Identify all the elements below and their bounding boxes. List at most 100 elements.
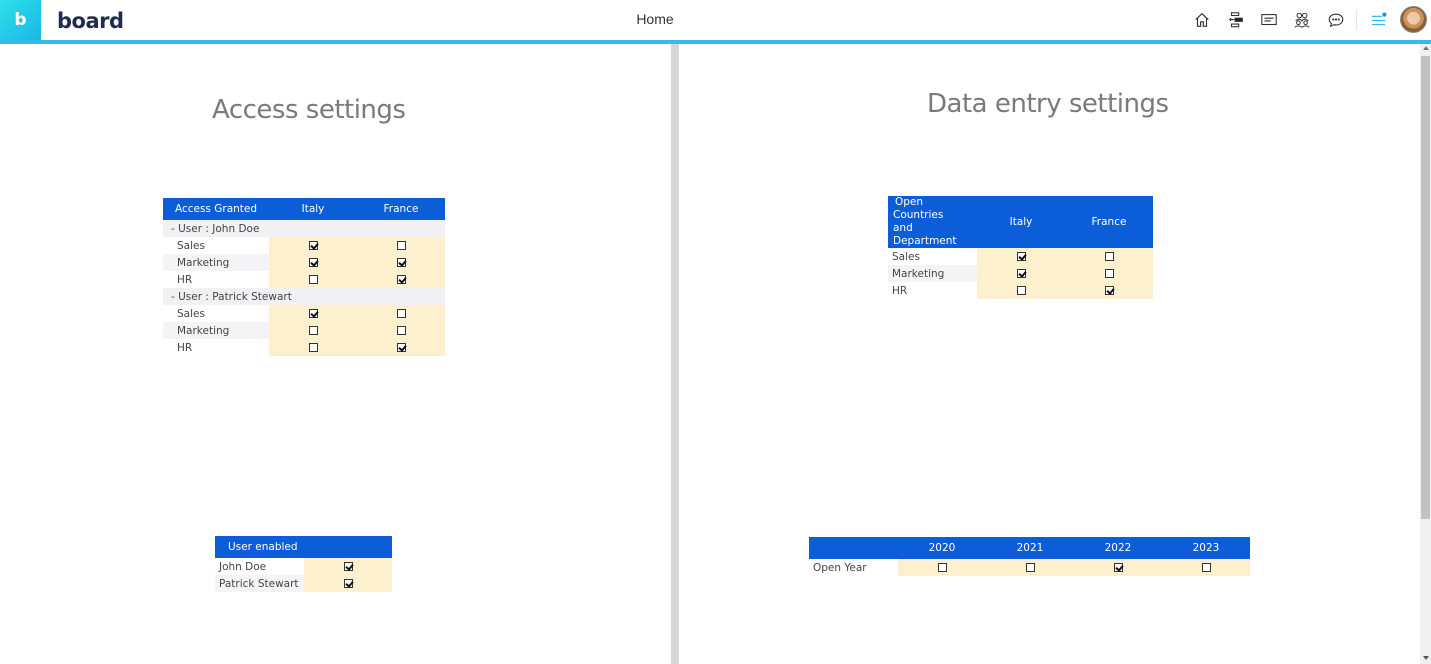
- access-settings-panel: Access settings Access Granted Italy Fra…: [0, 44, 671, 664]
- checkbox-cell: [977, 248, 1065, 265]
- france-checkbox[interactable]: [396, 258, 406, 267]
- message-icon[interactable]: [1259, 10, 1279, 30]
- table-row: John Doe: [215, 558, 392, 575]
- vertical-scrollbar[interactable]: [1420, 44, 1431, 664]
- italy-checkbox[interactable]: [308, 275, 318, 284]
- checkbox-cell: [357, 305, 445, 322]
- column-header: 2021: [986, 537, 1074, 559]
- france-checkbox[interactable]: [396, 241, 406, 250]
- italy-checkbox[interactable]: [308, 326, 318, 335]
- italy-checkbox[interactable]: [308, 309, 318, 318]
- access-granted-table: Access Granted Italy France - User : Joh…: [163, 198, 445, 356]
- italy-checkbox[interactable]: [308, 258, 318, 267]
- checkbox-cell: [357, 237, 445, 254]
- home-icon[interactable]: [1192, 10, 1212, 30]
- checkbox-cell: [269, 254, 357, 271]
- column-header: 2023: [1162, 537, 1250, 559]
- table-row: Sales: [888, 248, 1153, 265]
- year-checkbox[interactable]: [1113, 563, 1123, 572]
- header-line: Open Countries: [893, 196, 944, 221]
- france-checkbox[interactable]: [396, 275, 406, 284]
- table-row: Marketing: [163, 322, 445, 339]
- italy-checkbox[interactable]: [1016, 269, 1026, 278]
- italy-checkbox[interactable]: [1016, 286, 1026, 295]
- group-row[interactable]: - User : John Doe: [163, 220, 445, 237]
- column-header: Access Granted: [163, 198, 269, 220]
- row-label: Marketing: [888, 265, 977, 282]
- page-title: Home: [636, 11, 674, 27]
- column-header: User enabled: [215, 536, 304, 558]
- year-checkbox[interactable]: [937, 563, 947, 572]
- column-header: Italy: [977, 196, 1065, 248]
- row-label: Sales: [177, 307, 205, 320]
- scroll-thumb[interactable]: [1421, 56, 1430, 519]
- panel-divider[interactable]: [671, 44, 679, 664]
- row-label: HR: [177, 273, 193, 286]
- italy-checkbox[interactable]: [1016, 252, 1026, 261]
- checkbox-cell: [1065, 265, 1153, 282]
- row-label: HR: [177, 341, 193, 354]
- people-icon[interactable]: [1292, 10, 1312, 30]
- table-row: Open Year: [809, 559, 1250, 576]
- checkbox-cell: [269, 322, 357, 339]
- scroll-up-arrow-icon[interactable]: [1423, 46, 1429, 50]
- italy-checkbox[interactable]: [308, 343, 318, 352]
- checkbox-cell: [357, 271, 445, 288]
- group-label[interactable]: - User : Patrick Stewart: [163, 288, 445, 305]
- column-header-empty: [304, 536, 392, 558]
- column-header-empty: [809, 537, 898, 559]
- checkbox-cell: [357, 322, 445, 339]
- hierarchy-icon[interactable]: [1226, 10, 1246, 30]
- user-enabled-table: User enabled John Doe Patrick Stewart: [215, 536, 392, 592]
- user-avatar[interactable]: [1400, 6, 1427, 33]
- checkbox-cell: [977, 265, 1065, 282]
- column-header: Open Countries and Department: [888, 196, 977, 248]
- italy-checkbox[interactable]: [308, 241, 318, 250]
- france-checkbox[interactable]: [1104, 269, 1114, 278]
- brand-name: board: [57, 9, 124, 33]
- access-settings-title: Access settings: [212, 95, 406, 125]
- column-header: 2022: [1074, 537, 1162, 559]
- column-header: France: [357, 198, 445, 220]
- menu-notification-icon[interactable]: [1369, 10, 1389, 30]
- chat-icon[interactable]: [1326, 10, 1346, 30]
- checkbox-cell: [304, 558, 392, 575]
- france-checkbox[interactable]: [1104, 286, 1114, 295]
- checkbox-cell: [269, 339, 357, 356]
- enabled-checkbox[interactable]: [343, 562, 353, 571]
- row-label: John Doe: [219, 560, 267, 573]
- checkbox-cell: [1065, 282, 1153, 299]
- table-row: HR: [163, 339, 445, 356]
- france-checkbox[interactable]: [396, 343, 406, 352]
- table-row: HR: [888, 282, 1153, 299]
- checkbox-cell: [986, 559, 1074, 576]
- data-entry-settings-panel: Data entry settings Open Countries and D…: [679, 44, 1420, 664]
- top-bar: b board Home: [0, 0, 1431, 40]
- year-checkbox[interactable]: [1201, 563, 1211, 572]
- france-checkbox[interactable]: [1104, 252, 1114, 261]
- year-checkbox[interactable]: [1025, 563, 1035, 572]
- open-year-table: 2020 2021 2022 2023 Open Year: [809, 537, 1250, 576]
- row-label: Marketing: [163, 322, 269, 339]
- france-checkbox[interactable]: [396, 309, 406, 318]
- enabled-checkbox[interactable]: [343, 579, 353, 588]
- group-row[interactable]: - User : Patrick Stewart: [163, 288, 445, 305]
- row-label: Sales: [892, 250, 920, 263]
- checkbox-cell: [1065, 248, 1153, 265]
- app-logo-button[interactable]: b: [0, 0, 41, 40]
- table-row: Sales: [163, 237, 445, 254]
- row-label: HR: [892, 284, 908, 297]
- scroll-down-arrow-icon[interactable]: [1423, 656, 1429, 660]
- row-label: Marketing: [163, 254, 269, 271]
- column-header: Italy: [269, 198, 357, 220]
- checkbox-cell: [1074, 559, 1162, 576]
- row-label: Open Year: [813, 561, 867, 574]
- checkbox-cell: [269, 271, 357, 288]
- france-checkbox[interactable]: [396, 326, 406, 335]
- group-label[interactable]: - User : John Doe: [163, 220, 445, 237]
- header-line: and Department: [893, 222, 957, 247]
- checkbox-cell: [357, 339, 445, 356]
- logo-letter: b: [14, 10, 27, 30]
- checkbox-cell: [898, 559, 986, 576]
- table-row: Patrick Stewart: [215, 575, 392, 592]
